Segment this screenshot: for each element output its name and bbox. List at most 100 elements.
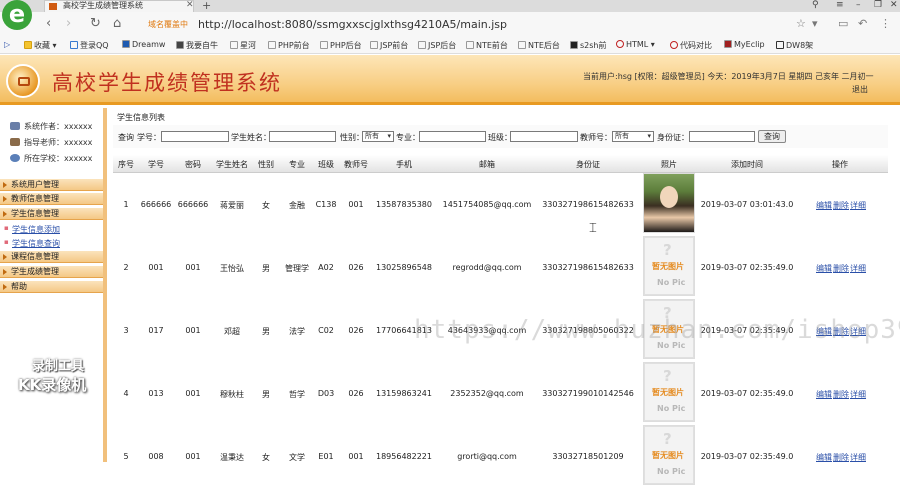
bookmark-item[interactable]: JSP前台 — [370, 40, 408, 51]
student-no-label: 学号： — [137, 133, 161, 142]
search-button[interactable]: 查询 — [758, 130, 786, 143]
logout-link[interactable]: 退出 — [852, 84, 868, 95]
delete-link[interactable]: 删除 — [833, 263, 849, 274]
school-icon — [10, 154, 20, 162]
cell-teacher-no: 026 — [348, 263, 364, 272]
delete-link[interactable]: 删除 — [833, 389, 849, 400]
cell-email: regrodd@qq.com — [452, 263, 522, 272]
column-header: 操作 — [832, 160, 848, 169]
bookmark-favicon-icon — [670, 41, 678, 49]
student-no-input[interactable] — [161, 131, 229, 142]
cell-class: C138 — [315, 200, 337, 209]
cell-major: 金融 — [289, 201, 305, 210]
edit-link[interactable]: 编辑 — [816, 452, 832, 463]
bookmark-item[interactable]: PHP后台 — [320, 40, 362, 51]
undo-icon[interactable]: ↶ — [858, 17, 867, 30]
column-header: 班级 — [318, 160, 334, 169]
back-icon[interactable]: ‹ — [46, 16, 51, 31]
bookmark-item[interactable]: JSP后台 — [418, 40, 456, 51]
bookmark-item[interactable]: NTE前台 — [466, 40, 508, 51]
bookmark-menu-icon[interactable]: ▷ — [4, 40, 10, 49]
detail-link[interactable]: 详细 — [850, 452, 866, 463]
sidebar-info-author: 系统作者：xxxxxx — [10, 121, 92, 132]
sidebar-item-course-management[interactable]: 课程信息管理 — [0, 251, 103, 263]
cell-email: grorti@qq.com — [457, 452, 517, 461]
menu-icon[interactable]: ≡ — [836, 0, 844, 11]
delete-link[interactable]: 删除 — [833, 452, 849, 463]
cell-name: 蒋爱丽 — [220, 201, 244, 210]
column-header: 密码 — [185, 160, 201, 169]
sidebar-subitem-add-student[interactable]: 学生信息添加 — [4, 224, 60, 235]
column-header: 学生姓名 — [216, 160, 248, 169]
close-window-icon[interactable]: ✕ — [890, 0, 898, 11]
teacher-no-label: 教师号： — [580, 133, 612, 142]
sidebar-item-teacher-management[interactable]: 教师信息管理 — [0, 193, 103, 205]
cell-gender: 女 — [262, 201, 270, 210]
edit-link[interactable]: 编辑 — [816, 263, 832, 274]
cell-class: C02 — [318, 326, 334, 335]
dropdown-icon[interactable]: ▾ — [812, 17, 818, 30]
minimize-icon[interactable]: – — [856, 0, 861, 11]
bookmark-item[interactable]: NTE后台 — [518, 40, 560, 51]
sidebar-item-help[interactable]: 帮助 — [0, 281, 103, 293]
delete-link[interactable]: 删除 — [833, 200, 849, 211]
bookmark-item[interactable]: Dreamw — [122, 40, 165, 49]
bookmark-item[interactable]: HTML ▾ — [616, 40, 655, 49]
bookmark-item[interactable]: s2sh前 — [570, 40, 607, 51]
search-form: 查询 学号： 学生姓名： 性别： 所有 专业： 班级： 教师号： 所有 身份证：… — [113, 125, 888, 148]
column-header: 添加时间 — [731, 160, 763, 169]
gender-label: 性别： — [340, 133, 364, 142]
home-icon[interactable]: ⌂ — [113, 16, 121, 31]
cell-class: D03 — [317, 389, 335, 398]
name-label: 学生姓名： — [231, 133, 271, 142]
bookmark-item[interactable]: DW8架 — [776, 40, 813, 51]
bookmark-item[interactable]: 代码对比 — [670, 40, 712, 51]
detail-link[interactable]: 详细 — [850, 263, 866, 274]
bookmark-favicon-icon — [776, 41, 784, 49]
sidebar-toggle-icon[interactable]: ▭ — [838, 17, 848, 30]
edit-link[interactable]: 编辑 — [816, 389, 832, 400]
sidebar-item-user-management[interactable]: 系统用户管理 — [0, 179, 103, 191]
sidebar-item-student-management[interactable]: 学生信息管理 — [0, 208, 103, 220]
cell-class: E01 — [318, 452, 334, 461]
teacher-no-select[interactable]: 所有 — [612, 131, 654, 142]
column-header: 学号 — [148, 160, 164, 169]
forward-icon[interactable]: › — [66, 16, 71, 31]
more-icon[interactable]: ⋮ — [880, 17, 891, 30]
cell-add-time: 2019-03-07 02:35:49.0 — [700, 389, 794, 398]
column-header: 专业 — [289, 160, 305, 169]
detail-link[interactable]: 详细 — [850, 200, 866, 211]
major-input[interactable] — [419, 131, 486, 142]
detail-link[interactable]: 详细 — [850, 389, 866, 400]
bookmark-item[interactable]: 收藏 ▾ — [24, 40, 57, 51]
bookmark-item[interactable]: MyEclip — [724, 40, 765, 49]
query-label: 查询 — [118, 133, 134, 142]
address-field[interactable]: 域名覆盖中 http://localhost:8080/ssmgxxscjglx… — [140, 16, 680, 34]
cell-gender: 男 — [262, 264, 270, 273]
sidebar-subitem-query-student[interactable]: 学生信息查询 — [4, 238, 60, 249]
restore-icon[interactable]: ❐ — [874, 0, 882, 11]
bookmark-item[interactable]: 我要自牛 — [176, 40, 218, 51]
url-text[interactable]: http://localhost:8080/ssmgxxscjglxthsg42… — [198, 18, 507, 31]
new-tab-icon[interactable]: + — [202, 0, 211, 12]
browser-tab[interactable]: 高校学生成绩管理系统 — [44, 0, 194, 12]
id-card-input[interactable] — [689, 131, 755, 142]
bookmark-item[interactable]: 登录QQ — [70, 40, 109, 51]
bookmark-item[interactable]: PHP前台 — [268, 40, 310, 51]
cell-teacher-no: 001 — [348, 200, 364, 209]
cell-no: 1 — [123, 200, 129, 209]
star-icon[interactable]: ☆ — [796, 17, 806, 30]
sidebar-item-grade-management[interactable]: 学生成绩管理 — [0, 266, 103, 278]
edit-link[interactable]: 编辑 — [816, 200, 832, 211]
cell-no: 2 — [123, 263, 129, 272]
shirt-icon[interactable]: ⚲ — [812, 0, 819, 11]
column-header: 教师号 — [344, 160, 368, 169]
reload-icon[interactable]: ↻ — [90, 16, 101, 31]
cell-id-card: 330327198615482633 — [542, 263, 634, 272]
class-input[interactable] — [510, 131, 578, 142]
name-input[interactable] — [269, 131, 336, 142]
gender-select[interactable]: 所有 — [362, 131, 394, 142]
cell-name: 温秉达 — [220, 453, 244, 462]
bookmark-item[interactable]: 星河 — [230, 40, 256, 51]
tab-close-icon[interactable]: ✕ — [186, 0, 194, 11]
